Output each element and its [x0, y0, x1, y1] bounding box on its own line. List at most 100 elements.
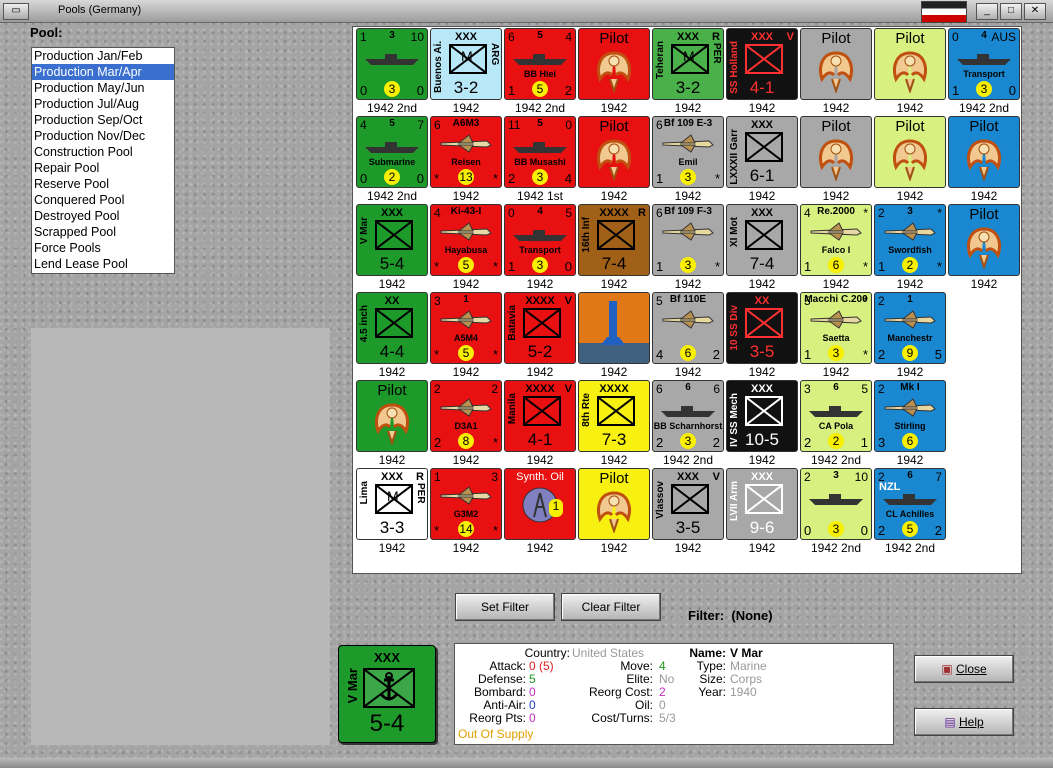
pool-counter[interactable]: 4 5 7 Submarine 0 2 0 1942 2nd: [356, 116, 428, 204]
counter-top-right: *: [863, 294, 868, 308]
pool-counter[interactable]: XXXX V Manila 4-1 1942: [504, 380, 576, 468]
pool-item[interactable]: Force Pools: [32, 240, 174, 256]
counter-top-mid: Ki-43-I: [450, 206, 482, 217]
unit-symbol-icon: [375, 220, 413, 250]
pool-counter[interactable]: 4 Ki-43-I Hayabusa * 5 * 1942: [430, 204, 502, 292]
pool-counter[interactable]: Synth. Oil 1 1942: [504, 468, 576, 556]
pool-counter[interactable]: 2 3 * Swordfish 1 2 * 1942: [874, 204, 946, 292]
counter-top-right: 0: [565, 118, 572, 132]
counter-bottom-right: 2: [712, 347, 720, 362]
counter-top-right: 3: [491, 470, 498, 484]
pool-item[interactable]: Production Mar/Apr: [32, 64, 174, 80]
pool-counter[interactable]: XXX V SS Holland 4-1 1942: [726, 28, 798, 116]
counter-year: 1942: [674, 365, 702, 379]
pool-counter[interactable]: Pilot 1942: [874, 28, 946, 116]
pool-label: Pool:: [30, 25, 63, 40]
pool-item[interactable]: Repair Pool: [32, 160, 174, 176]
pool-counter[interactable]: XXX V Vlassov 3-5 1942: [652, 468, 724, 556]
pool-counter[interactable]: XXX V Mar 5-4 1942: [356, 204, 428, 292]
pool-counter[interactable]: Pilot 1942: [948, 116, 1020, 204]
counter-bottom-left: 2: [656, 435, 664, 450]
pool-counter[interactable]: XXX R Lima PER M 3-3 1942: [356, 468, 428, 556]
pool-counter[interactable]: Pilot 1942: [578, 116, 650, 204]
pool-counter[interactable]: XX 10 SS Div 3-5 1942: [726, 292, 798, 380]
pool-counter[interactable]: Pilot 1942: [578, 28, 650, 116]
counter-year: 1942: [452, 189, 480, 203]
pool-counter[interactable]: 0 4 AUS Transport 1 3 0 1942 2nd: [948, 28, 1020, 116]
pool-item[interactable]: Lend Lease Pool: [32, 256, 174, 272]
pool-counter[interactable]: 2 3 10 0 3 0 1942 2nd: [800, 468, 872, 556]
pool-counter[interactable]: Pilot 1942: [948, 204, 1020, 292]
set-filter-button[interactable]: Set Filter: [455, 593, 555, 621]
pool-counter[interactable]: Pilot 1942: [800, 116, 872, 204]
minimize-button[interactable]: _: [976, 3, 998, 20]
pool-counter[interactable]: 2 Mk I Stirling 3 6 1942: [874, 380, 946, 468]
close-window-button[interactable]: ✕: [1024, 3, 1046, 20]
pool-item[interactable]: Scrapped Pool: [32, 224, 174, 240]
ship-icon: [957, 53, 1011, 65]
help-button[interactable]: ▤ Help: [914, 708, 1014, 736]
pool-counter[interactable]: 4 Re.2000 * Falco I 1 6 * 1942: [800, 204, 872, 292]
maximize-button[interactable]: □: [1000, 3, 1022, 20]
pool-list[interactable]: Production Jan/Feb Production Mar/Apr Prod…: [31, 47, 175, 274]
pool-counter[interactable]: 6 Bf 109 F-3 1 3 * 1942: [652, 204, 724, 292]
pool-counter[interactable]: XX 4.5 inch 4-4 1942: [356, 292, 428, 380]
pool-counter[interactable]: 2 6 7 CL Achilles NZL 2 5 2 1942 2nd: [874, 468, 946, 556]
pool-counter[interactable]: XXXX 8th Rte 7-3 1942: [578, 380, 650, 468]
pool-counter[interactable]: Pilot 1942: [356, 380, 428, 468]
counter-bottom-right: 0: [860, 523, 868, 538]
status-bar: [0, 758, 1053, 768]
cost-turns-label: Cost/Turns:: [591, 711, 653, 725]
pool-counter[interactable]: Pilot 1942: [874, 116, 946, 204]
pool-item[interactable]: Production Jul/Aug: [32, 96, 174, 112]
pool-counter[interactable]: 3 1 A5M4 * 5 * 1942: [430, 292, 502, 380]
counter-top-right: 5: [861, 382, 868, 396]
pool-counter[interactable]: XXX LXXXII Garr 6-1 1942: [726, 116, 798, 204]
pool-counter[interactable]: 2 1 Manchestr 2 9 5 1942: [874, 292, 946, 380]
pool-item[interactable]: Conquered Pool: [32, 192, 174, 208]
pool-counter[interactable]: Pilot 1942: [578, 468, 650, 556]
pool-counter[interactable]: 11 5 0 BB Musashi 2 3 4 1942 1st: [504, 116, 576, 204]
pool-counter[interactable]: 1 3 G3M2 * 14 * 1942: [430, 468, 502, 556]
pool-counter[interactable]: 5 Bf 110E 4 6 2 1942: [652, 292, 724, 380]
pool-counter[interactable]: XXX XI Mot 7-4 1942: [726, 204, 798, 292]
pool-counter[interactable]: XXX LVII Arm 9-6 1942: [726, 468, 798, 556]
pool-counter[interactable]: 1 3 10 0 3 0 1942 2nd: [356, 28, 428, 116]
counter-top-mid: 1: [463, 294, 469, 305]
pool-counter[interactable]: 6 Bf 109 E-3 Emil 1 3 * 1942: [652, 116, 724, 204]
pool-item[interactable]: Production Sep/Oct: [32, 112, 174, 128]
counter-bottom-right: *: [492, 435, 498, 450]
pool-item[interactable]: Reserve Pool: [32, 176, 174, 192]
pool-counter[interactable]: XXX IV SS Mech 10-5 1942: [726, 380, 798, 468]
pool-item[interactable]: Production Nov/Dec: [32, 128, 174, 144]
pool-item[interactable]: Production Jan/Feb: [32, 48, 174, 64]
pool-counter[interactable]: 3 6 5 CA Pola 2 2 1 1942 2nd: [800, 380, 872, 468]
system-menu-icon[interactable]: ▭: [3, 3, 29, 20]
pool-counter[interactable]: Pilot 1942: [800, 28, 872, 116]
pool-item[interactable]: Construction Pool: [32, 144, 174, 160]
clear-filter-button[interactable]: Clear Filter: [561, 593, 661, 621]
pool-counter[interactable]: 5 Macchi C.200 * Saetta 1 3 * 1942: [800, 292, 872, 380]
pool-counter[interactable]: 0 4 5 Transport 1 3 0 1942: [504, 204, 576, 292]
pool-counter[interactable]: 2 2 D3A1 2 8 * 1942: [430, 380, 502, 468]
pool-counter[interactable]: XXXX R 16th Inf 7-4 1942: [578, 204, 650, 292]
pool-counter[interactable]: XXX Buenos Ai. ARG M 3-2 1942: [430, 28, 502, 116]
counter-top-left: 1: [434, 470, 441, 484]
pool-counter[interactable]: 6 6 6 BB Scharnhorst 2 3 2 1942 2nd: [652, 380, 724, 468]
counter-top-mid: A6M3: [452, 118, 480, 129]
pool-item[interactable]: Production May/Jun: [32, 80, 174, 96]
pool-counter[interactable]: XXXX V Batavia 5-2 1942: [504, 292, 576, 380]
pool-counter[interactable]: 6 A6M3 Reisen * 13 * 1942: [430, 116, 502, 204]
pool-counter[interactable]: 1942: [578, 292, 650, 380]
unit-symbol-icon: [745, 396, 783, 426]
pool-item[interactable]: Destroyed Pool: [32, 208, 174, 224]
pool-counter[interactable]: 6 5 4 BB Hiei 1 5 2 1942 2nd: [504, 28, 576, 116]
counter-bottom-mid: 2: [828, 433, 844, 449]
unit-country: PER: [711, 43, 722, 64]
counter-grid[interactable]: 1 3 10 0 3 0 1942 2nd XXX Buenos Ai. ARG M 3-2 1942 6…: [352, 26, 1022, 574]
pool-counter[interactable]: XXX R Teheran PER M 3-2 1942: [652, 28, 724, 116]
unit-strength: 3-2: [675, 78, 701, 97]
unit-name: Batavia: [507, 305, 518, 341]
close-button[interactable]: ▣ Close: [914, 655, 1014, 683]
counter-bottom-right: *: [862, 347, 868, 362]
